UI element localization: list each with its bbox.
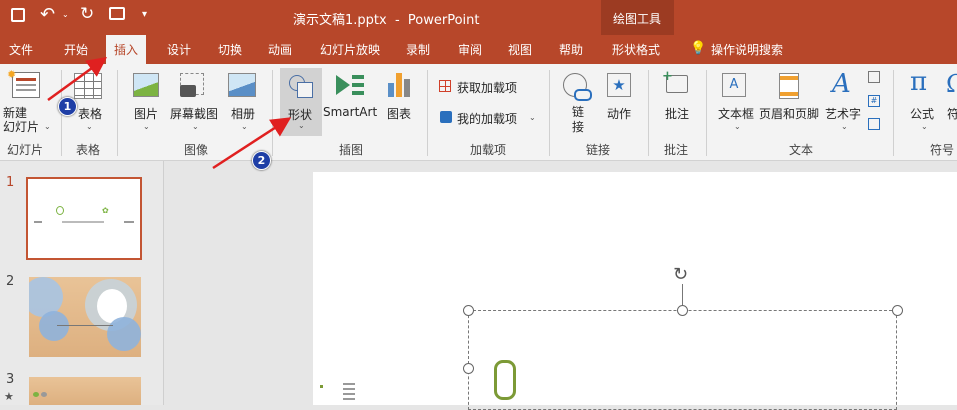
annotation-arrow-1 — [47, 57, 108, 102]
annotation-badge-2: 2 — [252, 151, 271, 170]
annotation-arrows — [47, 57, 292, 170]
annotation-badge-1: 1 — [58, 97, 77, 116]
annotation-arrow-2 — [212, 117, 292, 170]
